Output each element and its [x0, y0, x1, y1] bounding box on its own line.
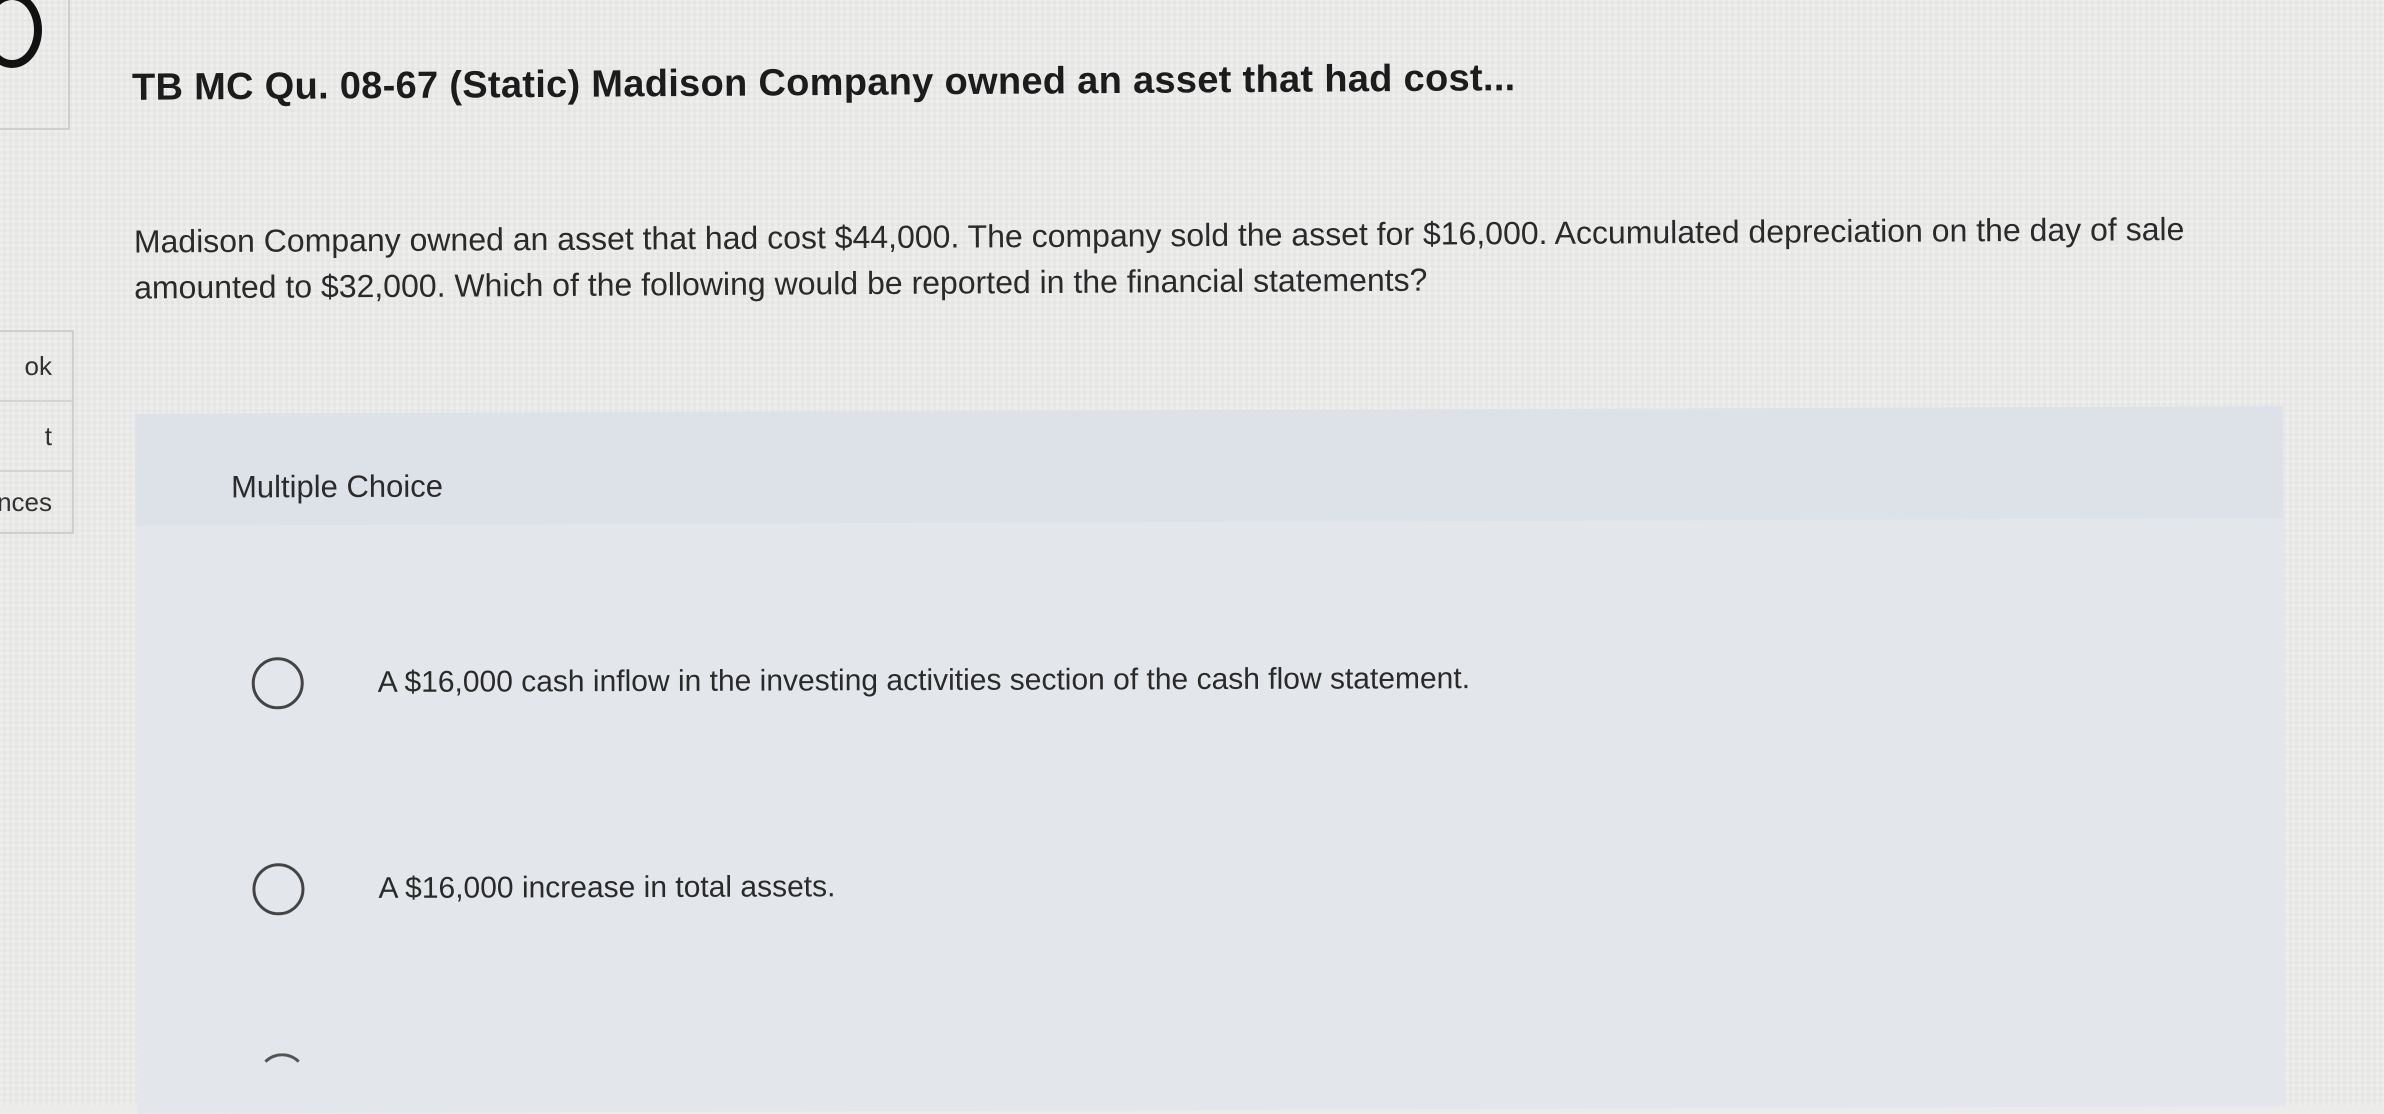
radio-button[interactable]	[251, 657, 304, 710]
sidebar-item-ebook[interactable]: ok	[0, 332, 72, 402]
sidebar-item-references[interactable]: nces	[0, 472, 72, 532]
sidebar-item-label: nces	[0, 487, 52, 517]
sidebar-header	[0, 0, 70, 130]
choice-text[interactable]: A $16,000 cash inflow in the investing a…	[378, 662, 1470, 700]
sidebar-nav: ok t nces	[0, 330, 74, 534]
sidebar-item-label: ok	[24, 351, 52, 381]
logo-icon	[0, 0, 42, 68]
multiple-choice-label: Multiple Choice	[230, 468, 444, 505]
radio-button[interactable]	[257, 1053, 308, 1104]
sidebar-item-label: t	[44, 421, 52, 451]
choice-option-2[interactable]: A $16,000 increase in total assets.	[252, 861, 835, 916]
multiple-choice-panel: Multiple Choice A $16,000 cash inflow in…	[134, 406, 2286, 1114]
question-title: TB MC Qu. 08-67 (Static) Madison Company…	[131, 57, 1516, 109]
radio-button[interactable]	[252, 863, 305, 916]
multiple-choice-header	[134, 406, 2284, 526]
sidebar-item-print[interactable]: t	[0, 402, 72, 472]
question-text: Madison Company owned an asset that had …	[133, 211, 2185, 306]
choice-text[interactable]: A $16,000 increase in total assets.	[378, 870, 835, 906]
sidebar: ok t nces	[0, 0, 74, 1105]
choice-option-1[interactable]: A $16,000 cash inflow in the investing a…	[251, 653, 1470, 710]
